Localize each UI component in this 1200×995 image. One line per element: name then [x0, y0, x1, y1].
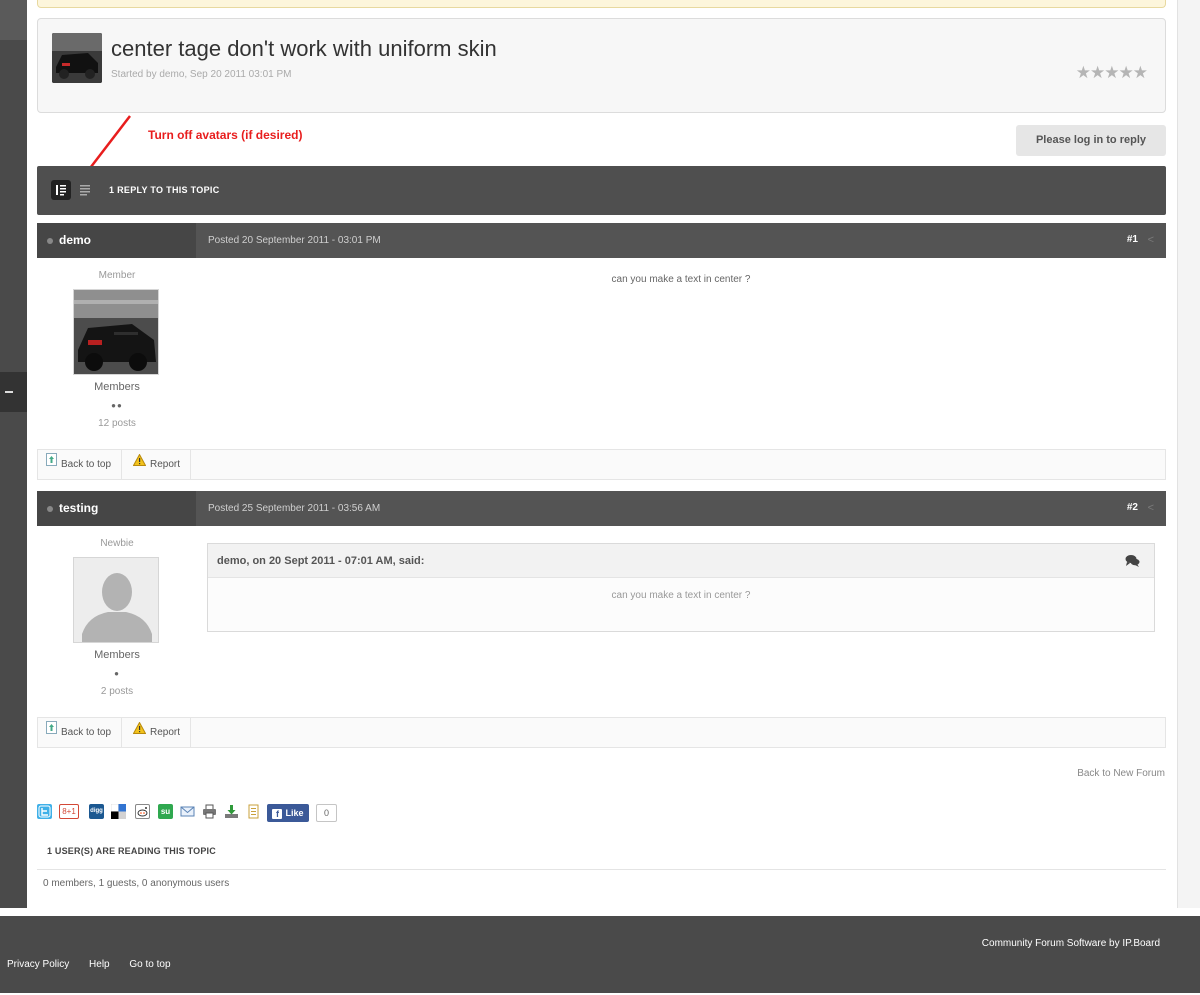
digg-icon[interactable]: digg — [89, 804, 104, 819]
print-icon[interactable] — [202, 804, 217, 819]
report-label: Report — [150, 727, 181, 738]
topic-rating-stars[interactable]: ★★★★★ — [1076, 63, 1148, 83]
post-date: Posted 25 September 2011 - 03:56 AM — [208, 503, 381, 514]
powered-by-link[interactable]: Community Forum Software by IP.Board — [982, 938, 1160, 949]
post-number-link[interactable]: #1 — [1127, 234, 1138, 245]
quote-block: demo, on 20 Sept 2011 - 07:01 AM, said: … — [207, 543, 1155, 632]
back-to-top-button[interactable]: Back to top — [38, 449, 123, 479]
facebook-like-count: 0 — [316, 804, 337, 822]
post-author-avatar[interactable] — [73, 289, 159, 375]
post-count: 2 posts — [100, 686, 134, 697]
notice-strip — [37, 0, 1166, 8]
user-title: Member — [98, 270, 136, 281]
post-header: demo Posted 20 September 2011 - 03:01 PM… — [37, 223, 1166, 258]
facebook-like-label: Like — [285, 808, 304, 818]
warning-icon — [132, 717, 147, 746]
go-to-top-link[interactable]: Go to top — [129, 959, 170, 970]
reply-count-bar: 1 REPLY TO THIS TOPIC — [37, 166, 1166, 215]
topic-started-by: Started by demo, Sep 20 2011 03:01 PM — [111, 69, 292, 80]
user-title: Newbie — [100, 538, 134, 549]
quote-header: demo, on 20 Sept 2011 - 07:01 AM, said: — [208, 544, 1154, 578]
right-scroll-rail — [1177, 0, 1200, 908]
footer-links: Privacy Policy Help Go to top — [7, 959, 188, 970]
download-icon[interactable] — [224, 804, 239, 819]
facebook-icon: f — [272, 809, 283, 819]
sidebar-toggle-button[interactable] — [0, 372, 27, 412]
back-to-top-label: Back to top — [61, 727, 112, 738]
view-mode-compact-button[interactable] — [75, 180, 95, 200]
post-header: testing Posted 25 September 2011 - 03:56… — [37, 491, 1166, 526]
left-sidebar-rail — [0, 0, 27, 908]
report-button[interactable]: Report — [125, 449, 192, 479]
post-actions: Back to top Report — [37, 717, 1166, 748]
post-author-cell: testing — [37, 491, 196, 526]
default-person-icon — [74, 558, 158, 642]
post-date: Posted 20 September 2011 - 03:01 PM — [208, 235, 381, 246]
help-link[interactable]: Help — [89, 959, 110, 970]
post-author-cell: demo — [37, 223, 196, 258]
back-to-top-icon — [46, 717, 57, 746]
warning-icon — [132, 449, 147, 478]
back-to-top-label: Back to top — [61, 459, 112, 470]
back-to-forum-link[interactable]: Back to New Forum — [1077, 768, 1165, 779]
post-author-link[interactable]: testing — [59, 501, 98, 515]
active-readers-detail: 0 members, 1 guests, 0 anonymous users — [43, 878, 230, 889]
topic-header: center tage don't work with uniform skin… — [37, 18, 1166, 113]
document-icon[interactable] — [246, 804, 261, 819]
list-avatar-icon — [56, 185, 66, 196]
post-content: can you make a text in center ? — [611, 274, 751, 285]
post-actions: Back to top Report — [37, 449, 1166, 480]
reputation-pips: ● — [114, 669, 120, 678]
quote-text: can you make a text in center ? — [611, 590, 751, 601]
list-compact-icon — [80, 185, 90, 196]
minus-icon — [5, 391, 13, 393]
reply-count-label: 1 REPLY TO THIS TOPIC — [109, 185, 220, 195]
annotation-text: Turn off avatars (if desired) — [148, 128, 303, 142]
reputation-pips: ●● — [111, 401, 123, 410]
member-group: Members — [94, 649, 140, 661]
active-readers-title: 1 USER(S) ARE READING THIS TOPIC — [47, 846, 216, 856]
online-status-dot — [47, 506, 53, 512]
member-group: Members — [94, 381, 140, 393]
page-footer: Community Forum Software by IP.Board Pri… — [0, 916, 1200, 993]
sidebar-rail-cap — [0, 0, 27, 40]
google-plus-icon[interactable]: 8+1 — [59, 804, 79, 819]
privacy-policy-link[interactable]: Privacy Policy — [7, 959, 69, 970]
post-author-avatar[interactable] — [73, 557, 159, 643]
post-number-link[interactable]: #2 — [1127, 502, 1138, 513]
back-to-top-button[interactable]: Back to top — [38, 717, 123, 747]
online-status-dot — [47, 238, 53, 244]
post-author-link[interactable]: demo — [59, 233, 91, 247]
back-to-top-icon — [46, 449, 57, 478]
quote-citation: demo, on 20 Sept 2011 - 07:01 AM, said: — [217, 555, 425, 567]
share-post-icon[interactable]: < — [1148, 502, 1154, 514]
post-count: 12 posts — [98, 418, 136, 429]
topic-author-avatar[interactable] — [52, 33, 102, 83]
login-to-reply-button[interactable]: Please log in to reply — [1016, 125, 1166, 156]
report-button[interactable]: Report — [125, 717, 192, 747]
email-icon[interactable] — [180, 804, 195, 819]
delicious-icon[interactable] — [110, 803, 126, 819]
reddit-icon[interactable] — [135, 804, 150, 819]
share-post-icon[interactable]: < — [1148, 234, 1154, 246]
facebook-like-button[interactable]: f Like — [267, 804, 309, 822]
report-label: Report — [150, 459, 181, 470]
topic-title: center tage don't work with uniform skin — [111, 36, 497, 61]
speech-bubbles-icon[interactable] — [1125, 554, 1140, 572]
stumbleupon-icon[interactable]: su — [158, 804, 173, 819]
view-mode-full-button[interactable] — [51, 180, 71, 200]
twitter-icon[interactable] — [37, 804, 52, 819]
divider — [37, 869, 1166, 870]
